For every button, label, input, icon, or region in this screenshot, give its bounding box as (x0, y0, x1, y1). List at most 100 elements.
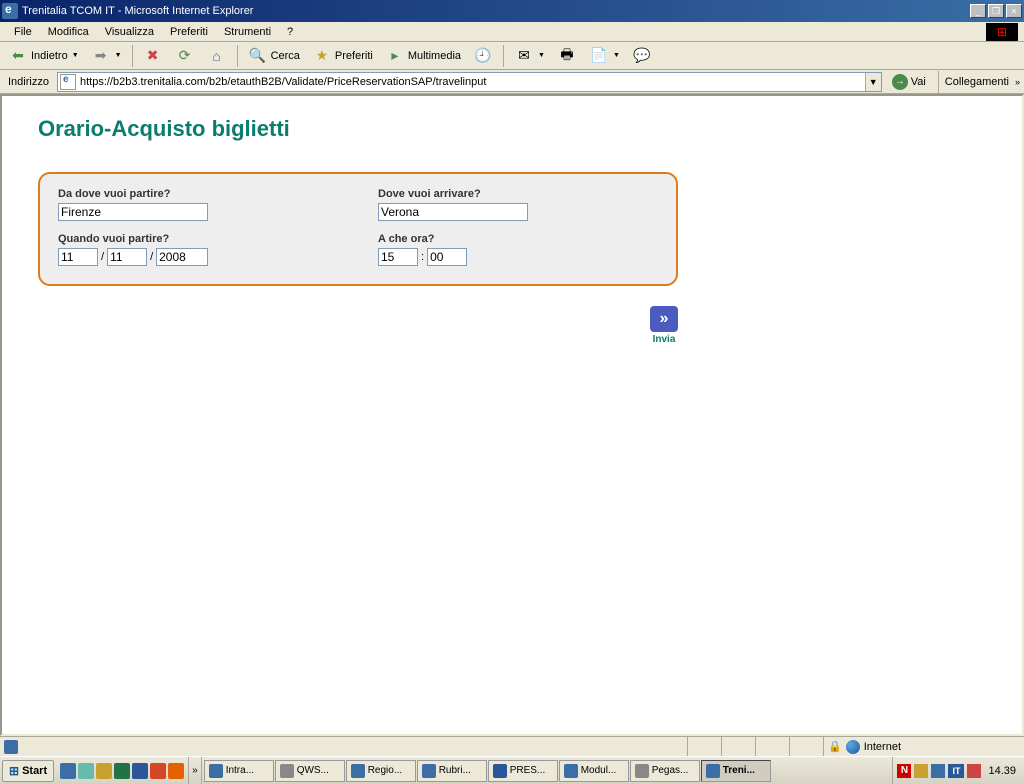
task-item[interactable]: Intra... (204, 760, 274, 782)
task-label: Rubri... (439, 765, 471, 776)
task-item[interactable]: Pegas... (630, 760, 700, 782)
system-tray: N IT 14.39 (892, 757, 1024, 784)
forward-icon: ➡ (91, 46, 111, 66)
menu-strumenti[interactable]: Strumenti (216, 24, 279, 40)
status-mid (756, 737, 790, 756)
to-input[interactable] (378, 203, 528, 221)
mail-button[interactable]: ✉▼ (510, 44, 549, 68)
favorites-label: Preferiti (335, 50, 373, 62)
minimize-button[interactable]: _ (970, 4, 986, 18)
from-label: Da dove vuoi partire? (58, 188, 338, 200)
date-separator: / (101, 251, 104, 263)
ie-status-icon (4, 740, 18, 754)
menu-modifica[interactable]: Modifica (40, 24, 97, 40)
edit-icon: 📄 (589, 46, 609, 66)
tray-volume-icon[interactable] (914, 764, 928, 778)
menu-file[interactable]: File (6, 24, 40, 40)
quicklaunch-expand[interactable]: » (189, 757, 202, 784)
task-item[interactable]: Regio... (346, 760, 416, 782)
task-item[interactable]: Rubri... (417, 760, 487, 782)
history-icon: 🕘 (473, 46, 493, 66)
restore-button[interactable]: ❐ (988, 4, 1004, 18)
tray-display-icon[interactable] (931, 764, 945, 778)
back-label: Indietro (31, 50, 68, 62)
tray-n-icon[interactable]: N (897, 764, 911, 778)
multimedia-button[interactable]: ▸Multimedia (381, 44, 465, 68)
time-min-input[interactable] (427, 248, 467, 266)
home-button[interactable]: ⌂ (203, 44, 231, 68)
status-mid (688, 737, 722, 756)
tray-lang-icon[interactable]: IT (948, 764, 964, 778)
discuss-button[interactable]: 💬 (628, 44, 656, 68)
home-icon: ⌂ (207, 46, 227, 66)
time-label: A che ora? (378, 233, 658, 245)
task-label: PRES... (510, 765, 546, 776)
edit-button[interactable]: 📄▼ (585, 44, 624, 68)
multimedia-label: Multimedia (408, 50, 461, 62)
go-button[interactable]: → Vai (886, 72, 932, 92)
ql-desktop-icon[interactable] (78, 763, 94, 779)
refresh-button[interactable]: ⟳ (171, 44, 199, 68)
close-button[interactable]: × (1006, 4, 1022, 18)
links-expand[interactable]: » (1015, 77, 1020, 87)
from-input[interactable] (58, 203, 208, 221)
address-bar: Indirizzo ▼ → Vai Collegamenti » (0, 70, 1024, 94)
multimedia-icon: ▸ (385, 46, 405, 66)
discuss-icon: 💬 (632, 46, 652, 66)
submit-button[interactable]: » Invia (650, 306, 678, 345)
menu-help[interactable]: ? (279, 24, 301, 40)
tray-clock[interactable]: 14.39 (984, 765, 1020, 777)
task-label: Modul... (581, 765, 617, 776)
address-dropdown[interactable]: ▼ (865, 73, 881, 91)
task-item[interactable]: QWS... (275, 760, 345, 782)
statusbar: 🔒 Internet (0, 736, 1024, 756)
status-mid (722, 737, 756, 756)
when-label: Quando vuoi partire? (58, 233, 338, 245)
date-month-input[interactable] (107, 248, 147, 266)
ql-firefox-icon[interactable] (168, 763, 184, 779)
quick-launch (56, 757, 189, 784)
menu-preferiti[interactable]: Preferiti (162, 24, 216, 40)
date-year-input[interactable] (156, 248, 208, 266)
task-label: Treni... (723, 765, 755, 776)
ql-outlook-icon[interactable] (96, 763, 112, 779)
window-titlebar: Trenitalia TCOM IT - Microsoft Internet … (0, 0, 1024, 22)
chevron-down-icon: ▼ (613, 52, 620, 59)
ql-ie-icon[interactable] (60, 763, 76, 779)
forward-button[interactable]: ➡ ▼ (87, 44, 126, 68)
address-field-wrap: ▼ (57, 72, 882, 92)
start-button[interactable]: Start (2, 760, 54, 782)
toolbar: ⬅ Indietro ▼ ➡ ▼ ✖ ⟳ ⌂ 🔍Cerca ★Preferiti… (0, 42, 1024, 70)
print-button[interactable]: 🖶 (553, 44, 581, 68)
window-controls: _ ❐ × (970, 4, 1022, 18)
task-item-active[interactable]: Treni... (701, 760, 771, 782)
ql-excel-icon[interactable] (114, 763, 130, 779)
separator (503, 45, 504, 67)
history-button[interactable]: 🕘 (469, 44, 497, 68)
links-label[interactable]: Collegamenti (945, 76, 1009, 88)
submit-area: » Invia (38, 306, 678, 345)
ql-ppt-icon[interactable] (150, 763, 166, 779)
task-label: Regio... (368, 765, 402, 776)
search-label: Cerca (271, 50, 300, 62)
time-hour-input[interactable] (378, 248, 418, 266)
tray-norton-icon[interactable] (967, 764, 981, 778)
stop-button[interactable]: ✖ (139, 44, 167, 68)
lock-icon: 🔒 (828, 740, 842, 753)
mail-icon: ✉ (514, 46, 534, 66)
window-title: Trenitalia TCOM IT - Microsoft Internet … (22, 5, 970, 17)
date-separator: / (150, 251, 153, 263)
chevron-down-icon: ▼ (72, 52, 79, 59)
page-content: Orario-Acquisto biglietti Da dove vuoi p… (2, 96, 1022, 365)
address-input[interactable] (78, 76, 865, 88)
date-day-input[interactable] (58, 248, 98, 266)
search-button[interactable]: 🔍Cerca (244, 44, 304, 68)
menu-visualizza[interactable]: Visualizza (97, 24, 162, 40)
back-button[interactable]: ⬅ Indietro ▼ (4, 44, 83, 68)
time-separator: : (421, 251, 424, 263)
status-mid (790, 737, 824, 756)
ql-word-icon[interactable] (132, 763, 148, 779)
favorites-button[interactable]: ★Preferiti (308, 44, 377, 68)
task-item[interactable]: PRES... (488, 760, 558, 782)
task-item[interactable]: Modul... (559, 760, 629, 782)
